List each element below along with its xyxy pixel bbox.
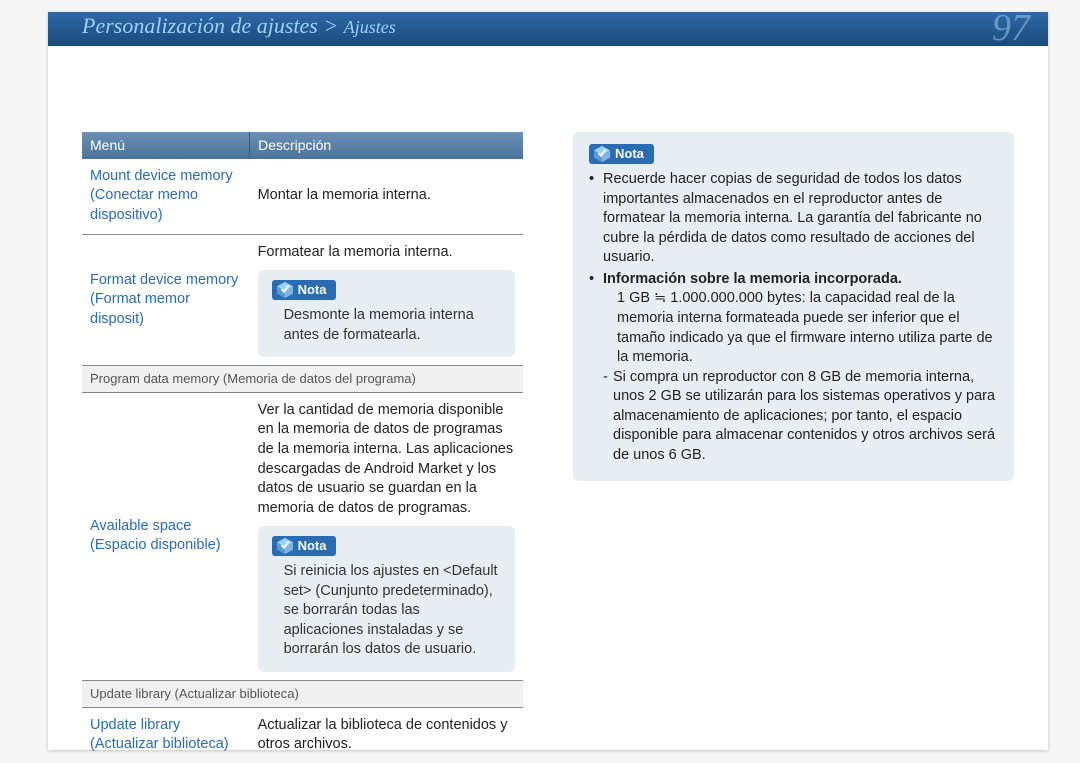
page: Personalización de ajustes > Ajustes 97 … (48, 12, 1048, 750)
check-cube-icon (276, 537, 294, 555)
note-box-available: Nota Si reinicia los ajustes en <Default… (258, 526, 515, 672)
desc-update: Actualizar la biblioteca de contenidos y… (250, 707, 523, 763)
menu-format: Format device memory (Format memor dispo… (82, 234, 250, 366)
check-cube-icon (593, 145, 611, 163)
breadcrumb-sep: > (318, 13, 344, 38)
breadcrumb-sub: Ajustes (344, 17, 396, 37)
right-note-bullet1: Recuerde hacer copias de seguridad de to… (589, 170, 998, 268)
right-note-b2-line1: 1 GB ≒ 1.000.000.000 bytes: la capacidad… (603, 289, 998, 367)
table-header-desc: Descripción (250, 132, 523, 159)
left-column: Menú Descripción Mount device memory (Co… (82, 132, 523, 740)
right-note-b2-dash: Si compra un reproductor con 8 GB de mem… (603, 368, 998, 466)
breadcrumb: Personalización de ajustes > Ajustes (82, 13, 396, 39)
table-row: Available space (Espacio disponible) Ver… (82, 392, 523, 680)
note-text-available: Si reinicia los ajustes en <Default set>… (272, 562, 501, 660)
section-program: Program data memory (Memoria de datos de… (82, 366, 523, 393)
check-cube-icon (276, 281, 294, 299)
note-label: Nota (272, 536, 337, 556)
settings-table: Menú Descripción Mount device memory (Co… (82, 132, 523, 763)
right-note-bullet2: Información sobre la memoria incorporada… (589, 270, 998, 466)
table-row: Mount device memory (Conectar memo dispo… (82, 159, 523, 234)
note-label: Nota (589, 144, 654, 164)
table-section-row: Program data memory (Memoria de datos de… (82, 366, 523, 393)
desc-format: Formatear la memoria interna. (250, 234, 523, 366)
note-label-text: Nota (298, 537, 327, 555)
breadcrumb-main: Personalización de ajustes (82, 13, 318, 38)
desc-available: Ver la cantidad de memoria disponible en… (250, 392, 523, 680)
menu-available: Available space (Espacio disponible) (82, 392, 250, 680)
note-label-text: Nota (615, 145, 644, 163)
right-note-b2-title: Información sobre la memoria incorporada… (603, 271, 902, 287)
content: Menú Descripción Mount device memory (Co… (82, 132, 1014, 740)
note-text-format: Desmonte la memoria interna antes de for… (272, 306, 501, 345)
menu-mount: Mount device memory (Conectar memo dispo… (82, 159, 250, 234)
table-section-row: Update library (Actualizar biblioteca) (82, 681, 523, 708)
note-box-right: Nota Recuerde hacer copias de seguridad … (573, 132, 1014, 481)
note-box-format: Nota Desmonte la memoria interna antes d… (258, 270, 515, 357)
menu-update: Update library (Actualizar biblioteca) (82, 707, 250, 763)
note-label: Nota (272, 280, 337, 300)
table-header-menu: Menú (82, 132, 250, 159)
header-bar: Personalización de ajustes > Ajustes 97 (48, 12, 1048, 46)
table-row: Format device memory (Format memor dispo… (82, 234, 523, 366)
right-column: Nota Recuerde hacer copias de seguridad … (573, 132, 1014, 740)
right-note-list: Recuerde hacer copias de seguridad de to… (589, 170, 998, 465)
table-row: Update library (Actualizar biblioteca) A… (82, 707, 523, 763)
desc-available-pre: Ver la cantidad de memoria disponible en… (258, 401, 515, 518)
desc-format-pre: Formatear la memoria interna. (258, 243, 515, 263)
desc-mount: Montar la memoria interna. (250, 159, 523, 234)
section-update: Update library (Actualizar biblioteca) (82, 681, 523, 708)
page-number: 97 (992, 6, 1030, 50)
note-label-text: Nota (298, 281, 327, 299)
